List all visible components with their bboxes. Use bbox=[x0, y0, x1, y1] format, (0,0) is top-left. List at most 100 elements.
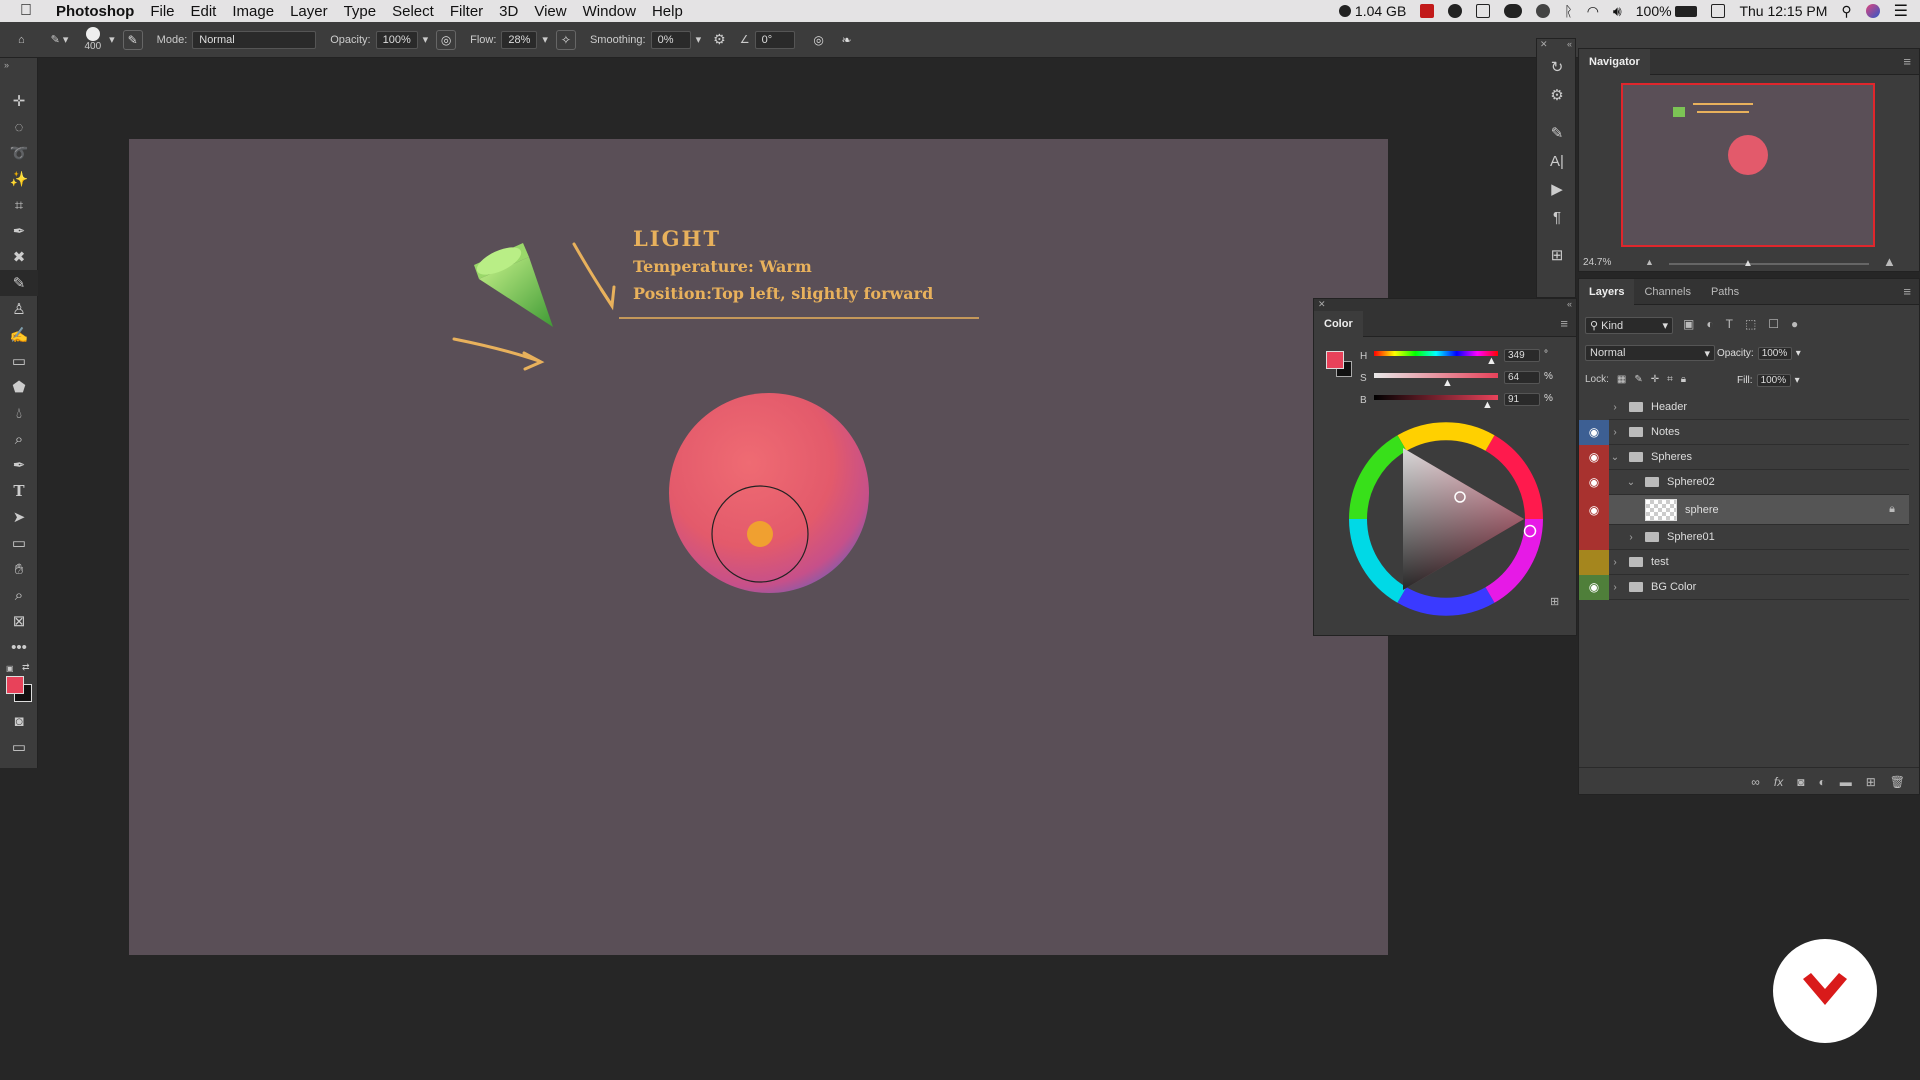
wifi-icon[interactable]: ◠ bbox=[1587, 3, 1599, 20]
flow-input[interactable]: 28% bbox=[501, 30, 538, 49]
layer-row-notes[interactable]: ◉ › Notes bbox=[1579, 419, 1909, 445]
crop-tool-icon[interactable]: ⌗ bbox=[0, 192, 38, 218]
menu-image[interactable]: Image bbox=[232, 3, 274, 20]
quick-mask-icon[interactable]: ◙ bbox=[0, 708, 38, 734]
eye-icon[interactable]: ◉ bbox=[1579, 469, 1609, 495]
brush-tool-icon[interactable]: ✎ bbox=[0, 270, 38, 296]
hand-icon[interactable] bbox=[1536, 4, 1551, 18]
menu-help[interactable]: Help bbox=[652, 3, 683, 20]
hue-slider-thumb[interactable]: ▲ bbox=[1486, 355, 1497, 367]
circle-app-icon[interactable] bbox=[1448, 4, 1463, 18]
layer-opacity-dropdown-icon[interactable]: ▾ bbox=[1796, 348, 1801, 359]
table-panel-icon[interactable]: ⊞ bbox=[1537, 241, 1577, 269]
layer-style-icon[interactable]: fx bbox=[1774, 775, 1783, 789]
color-expand-icon[interactable]: ⊞ bbox=[1550, 595, 1559, 608]
symmetry-button[interactable]: ❧ bbox=[837, 30, 857, 50]
color-menu-icon[interactable]: ≡ bbox=[1560, 316, 1568, 331]
hue-slider[interactable] bbox=[1374, 351, 1498, 356]
fill-dropdown-icon[interactable]: ▾ bbox=[1795, 375, 1800, 386]
brush-size-dropdown-icon[interactable]: ▾ bbox=[109, 33, 115, 46]
dodge-tool-icon[interactable]: ⌕ bbox=[0, 426, 38, 452]
properties-panel-icon[interactable]: ⚙ bbox=[1537, 81, 1577, 109]
window-icon[interactable] bbox=[1476, 4, 1491, 18]
color-wheel[interactable] bbox=[1346, 419, 1546, 619]
menu-view[interactable]: View bbox=[534, 3, 566, 20]
menu-window[interactable]: Window bbox=[583, 3, 636, 20]
menu-3d[interactable]: 3D bbox=[499, 3, 518, 20]
notification-center-icon[interactable]: ☰ bbox=[1894, 1, 1908, 21]
smoothing-input[interactable]: 0% bbox=[650, 30, 691, 49]
saturation-slider-thumb[interactable]: ▲ bbox=[1442, 377, 1453, 389]
lock-artboard-icon[interactable]: ⌗ bbox=[1667, 374, 1673, 385]
zoom-tool-icon[interactable]: ⌕ bbox=[0, 582, 38, 608]
layer-row-sphere[interactable]: ◉ sphere 🔒︎ bbox=[1579, 494, 1909, 525]
lock-position-icon[interactable]: ✛ bbox=[1651, 374, 1659, 385]
pen-tool-icon[interactable]: ✒ bbox=[0, 452, 38, 478]
menu-type[interactable]: Type bbox=[344, 3, 377, 20]
home-icon[interactable]: ⌂ bbox=[18, 34, 25, 46]
layer-row-sphere01[interactable]: › Sphere01 bbox=[1579, 524, 1909, 550]
strip-collapse-icon[interactable]: « bbox=[1567, 39, 1572, 53]
marquee-tool-icon[interactable]: ◌ bbox=[0, 114, 38, 140]
magic-wand-tool-icon[interactable]: ✨ bbox=[0, 166, 38, 192]
filter-toggle-icon[interactable]: ● bbox=[1791, 317, 1798, 331]
hue-input[interactable]: 349 bbox=[1504, 349, 1540, 362]
document-canvas[interactable]: LIGHT Temperature: Warm Position:Top lef… bbox=[129, 139, 1388, 955]
zoom-in-icon[interactable]: ▲ bbox=[1883, 254, 1896, 269]
layer-opacity-input[interactable]: 100% bbox=[1757, 347, 1792, 360]
opacity-input[interactable]: 100% bbox=[375, 30, 418, 49]
brush-settings-panel-icon[interactable]: ✎ bbox=[1537, 119, 1577, 147]
actions-play-icon[interactable]: ▶ bbox=[1537, 175, 1577, 203]
visibility-toggle-header[interactable] bbox=[1579, 394, 1609, 420]
expand-chevron-icon[interactable]: › bbox=[1609, 582, 1621, 593]
type-tool-icon[interactable]: T bbox=[0, 478, 38, 504]
brush-tool-preset-icon[interactable]: ✎ ▾ bbox=[51, 33, 69, 46]
adjustment-layer-icon[interactable]: ◐ bbox=[1818, 775, 1825, 789]
flow-dropdown-icon[interactable]: ▾ bbox=[542, 33, 548, 46]
lock-all-icon[interactable]: 🔒︎ bbox=[1681, 374, 1686, 385]
layer-row-spheres[interactable]: ◉ ⌄ Spheres bbox=[1579, 444, 1909, 470]
saturation-input[interactable]: 64 bbox=[1504, 371, 1540, 384]
navigator-menu-icon[interactable]: ≡ bbox=[1903, 54, 1911, 69]
saturation-slider[interactable] bbox=[1374, 373, 1498, 378]
filter-pixel-icon[interactable]: ▣ bbox=[1683, 317, 1694, 331]
tab-color[interactable]: Color bbox=[1314, 310, 1363, 337]
fill-input[interactable]: 100% bbox=[1756, 374, 1791, 387]
menu-edit[interactable]: Edit bbox=[191, 3, 217, 20]
clone-stamp-tool-icon[interactable]: ♙ bbox=[0, 296, 38, 322]
character-panel-icon[interactable]: A| bbox=[1537, 147, 1577, 175]
collapse-chevron-icon[interactable]: ⌄ bbox=[1609, 452, 1621, 463]
rectangle-tool-icon[interactable]: ▭ bbox=[0, 530, 38, 556]
brightness-input[interactable]: 91 bbox=[1504, 393, 1540, 406]
tab-layers[interactable]: Layers bbox=[1579, 278, 1635, 305]
mode-select[interactable]: Normal bbox=[192, 30, 317, 49]
link-layers-icon[interactable]: ∞ bbox=[1751, 775, 1760, 789]
record-icon[interactable] bbox=[1420, 4, 1435, 18]
menu-layer[interactable]: Layer bbox=[290, 3, 328, 20]
strip-close-icon[interactable]: ✕ bbox=[1540, 39, 1548, 53]
zoom-slider-thumb[interactable]: ▲ bbox=[1743, 258, 1753, 269]
color-fg-swatch[interactable] bbox=[1326, 351, 1344, 369]
layer-row-bg-color[interactable]: ◉ › BG Color bbox=[1579, 574, 1909, 600]
filter-type-icon[interactable]: T bbox=[1726, 317, 1733, 331]
eraser-tool-icon[interactable]: ▭ bbox=[0, 348, 38, 374]
new-layer-icon[interactable]: ⊞ bbox=[1866, 775, 1876, 789]
tab-navigator[interactable]: Navigator bbox=[1579, 48, 1650, 75]
layer-mask-icon[interactable]: ◙ bbox=[1797, 775, 1804, 789]
brightness-slider-thumb[interactable]: ▲ bbox=[1482, 399, 1493, 411]
opacity-dropdown-icon[interactable]: ▾ bbox=[423, 33, 429, 46]
blend-mode-select[interactable]: Normal ▾ bbox=[1585, 345, 1715, 361]
healing-brush-tool-icon[interactable]: ✖ bbox=[0, 244, 38, 270]
smoothing-gear-icon[interactable]: ⚙ bbox=[713, 31, 726, 48]
cloud-icon[interactable] bbox=[1504, 4, 1523, 18]
lasso-tool-icon[interactable]: ➰ bbox=[0, 140, 38, 166]
layer-row-sphere02[interactable]: ◉ ⌄ Sphere02 bbox=[1579, 469, 1909, 495]
layers-menu-icon[interactable]: ≡ bbox=[1903, 284, 1911, 299]
clock[interactable]: Thu 12:15 PM bbox=[1739, 3, 1827, 19]
default-colors-icon[interactable]: ▣ bbox=[6, 664, 14, 673]
tab-paths[interactable]: Paths bbox=[1701, 279, 1749, 305]
visibility-toggle-test[interactable] bbox=[1579, 549, 1609, 575]
eye-icon[interactable]: ◉ bbox=[1579, 574, 1609, 600]
layer-filter-select[interactable]: ⚲ Kind ▾ bbox=[1585, 317, 1673, 335]
pressure-size-button[interactable]: ◎ bbox=[809, 30, 829, 50]
